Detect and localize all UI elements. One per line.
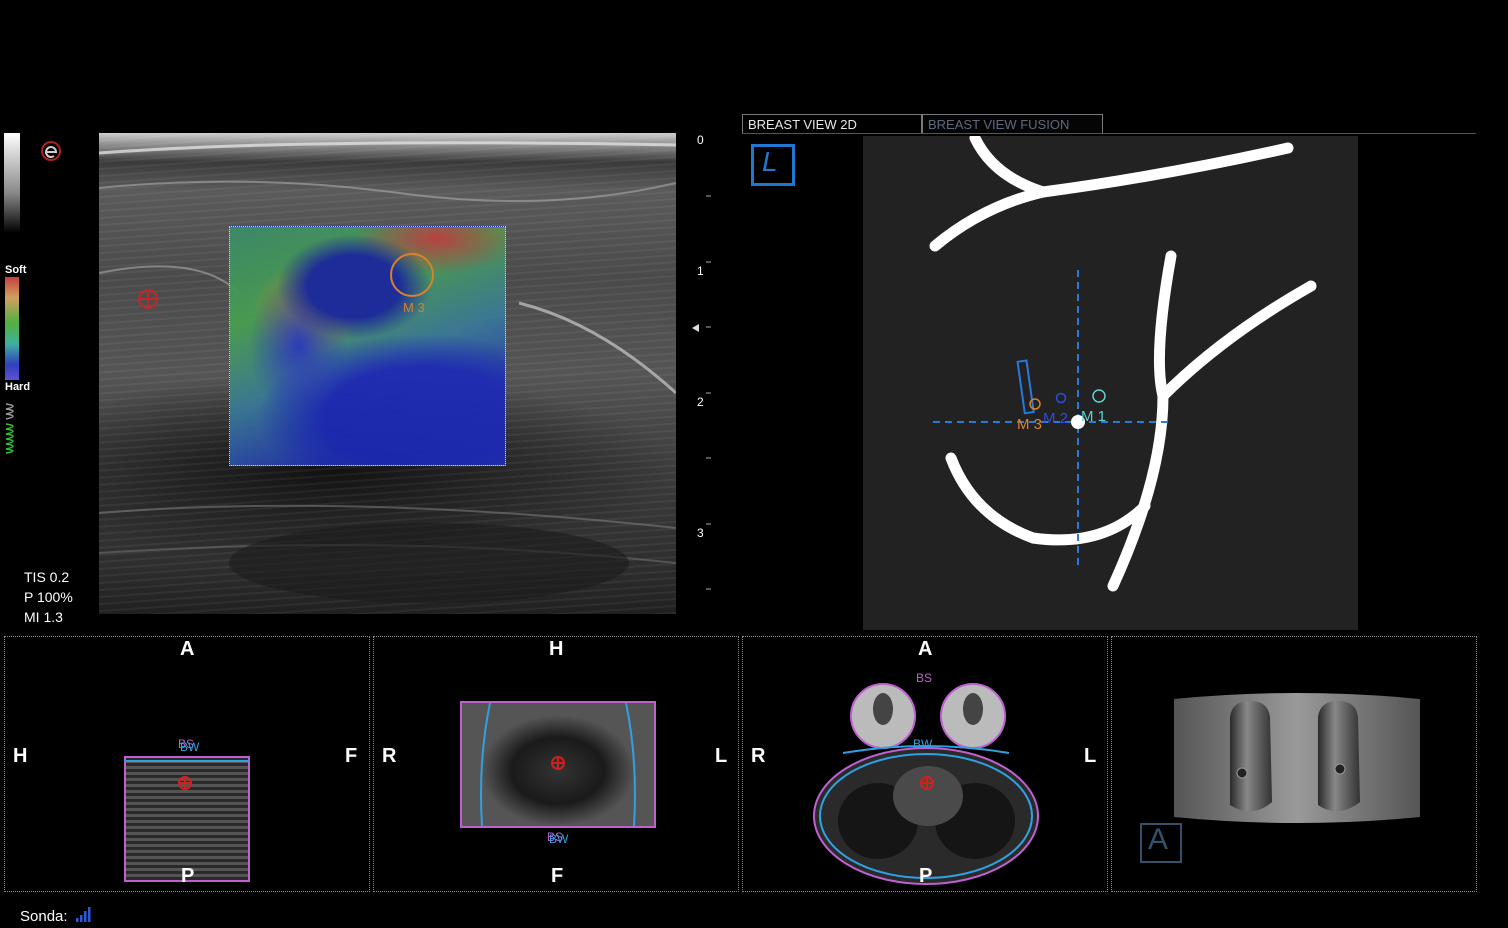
sag-orient-left: H [13,745,28,767]
cor-orient-bottom: F [551,865,564,887]
mri-coronal-panel[interactable]: H F R L BS BW [373,636,739,892]
elastography-logo-icon [41,141,61,161]
elasticity-color-bar [5,277,19,380]
volume-orient-label: A [1148,823,1169,856]
soft-label: Soft [5,264,27,276]
side-indicator-label: L [762,146,778,177]
tis-readout: TIS 0.2 [24,569,70,585]
volume-3d-render [1174,693,1420,823]
power-readout: P 100% [24,589,73,605]
ax-orient-bottom: P [919,865,933,887]
mi-readout: MI 1.3 [24,609,63,625]
marker-m2-label[interactable]: M 2 [1043,410,1068,427]
lesion-marker-circle-icon[interactable] [389,252,435,298]
mri-coronal-target-icon [551,756,565,770]
elastography-roi[interactable] [229,226,506,466]
depth-tick-0: 0 [697,133,704,147]
volume-3d-panel[interactable]: A [1111,636,1477,892]
tab-breast-view-fusion[interactable]: BREAST VIEW FUSION [922,114,1103,134]
tab-underline [742,133,1476,134]
ax-bs-label: BS [916,671,933,685]
compression-quality-icon [5,403,14,454]
marker-m1-label[interactable]: M 1 [1081,408,1106,425]
breast-outline-diagram [929,136,1317,592]
tab-breast-view-2d[interactable]: BREAST VIEW 2D [742,114,922,134]
sag-orient-right: F [345,745,358,767]
mri-axial-target-icon [920,776,934,790]
grayscale-bar [4,133,20,233]
sag-bw-label: BW [180,740,200,754]
ax-orient-top: A [918,638,933,660]
marker-m3-label[interactable]: M 3 [1017,416,1042,433]
cor-orient-top: H [549,638,564,660]
mri-sagittal-target-icon [178,776,192,790]
focus-position-icon [692,324,699,332]
cor-orient-left: R [382,745,397,767]
target-crosshair-icon[interactable] [136,287,160,311]
mri-sagittal-panel[interactable]: A P H F BS BW [4,636,370,892]
depth-minor-ticks [706,195,711,590]
cor-orient-right: L [715,745,728,767]
us-marker-label: M 3 [403,300,425,315]
ax-bw-label: BW [913,737,933,751]
probe-label: Sonda: [20,908,68,925]
mri-axial-panel[interactable]: A P R L BS BW [742,636,1108,892]
ax-orient-left: R [751,745,766,767]
mri-sagittal-bw-line [124,760,250,762]
sag-orient-top: A [180,638,195,660]
sag-orient-bottom: P [181,865,195,887]
ax-orient-right: L [1084,745,1097,767]
hard-label: Hard [5,381,31,393]
signal-bars-icon [76,907,91,922]
cor-bw-label: BW [549,832,569,846]
